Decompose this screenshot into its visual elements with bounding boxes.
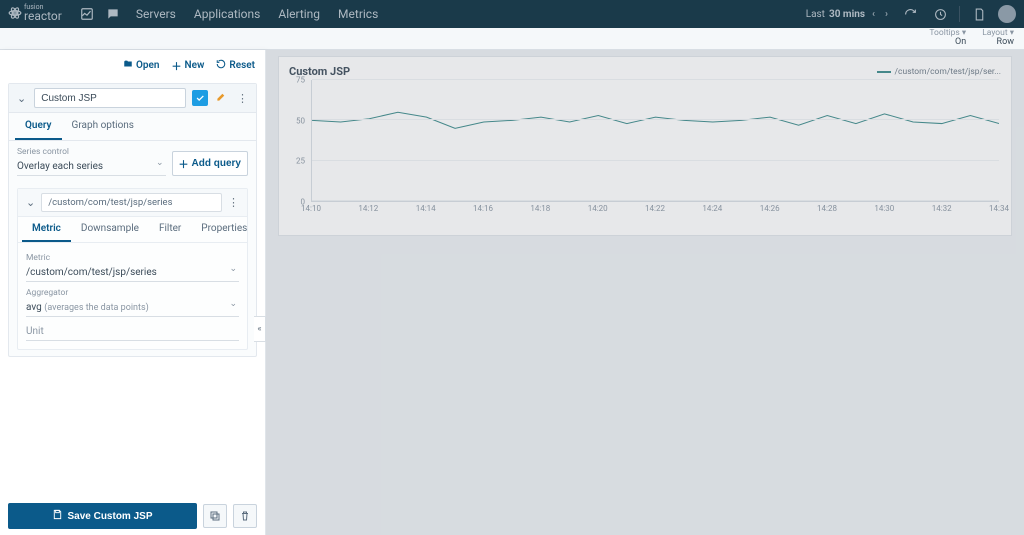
nav-link-metrics[interactable]: Metrics <box>338 7 378 21</box>
panel-actions: Open ＋New Reset <box>0 50 265 79</box>
config-panel: Open ＋New Reset ⌄ ⋮ Query Graph options … <box>0 50 266 535</box>
separator <box>959 6 960 22</box>
chart-card: Custom JSP /custom/com/test/jsp/ser... 0… <box>278 56 1012 236</box>
query-header: ⌄ /custom/com/test/jsp/series ⋮ <box>18 189 247 217</box>
chart-legend[interactable]: /custom/com/test/jsp/ser... <box>877 67 1001 77</box>
open-label: Open <box>136 60 160 71</box>
logo[interactable]: fusionreactor <box>8 5 62 24</box>
query-tabs: Metric Downsample Filter Properties <box>18 217 247 243</box>
plus-icon: ＋ <box>172 58 182 73</box>
more-icon[interactable]: ⋮ <box>235 90 250 107</box>
tooltips-value: On <box>955 38 966 48</box>
layout-value: Row <box>997 38 1014 48</box>
chevron-left-icon[interactable]: ‹ <box>869 9 878 20</box>
time-range-prefix: Last <box>806 9 825 20</box>
tooltips-toggle[interactable]: Tooltips ▾ On <box>929 29 966 48</box>
copy-button[interactable] <box>203 504 227 528</box>
plus-icon: ＋ <box>179 156 189 171</box>
y-axis: 0255075 <box>289 80 309 202</box>
new-button[interactable]: ＋New <box>172 58 205 73</box>
top-nav: fusionreactor Servers Applications Alert… <box>0 0 1024 28</box>
tab-filter[interactable]: Filter <box>149 217 191 242</box>
plot-area <box>311 80 999 202</box>
delete-button[interactable] <box>233 504 257 528</box>
nav-icon-group <box>76 3 124 25</box>
panel-footer: Save Custom JSP <box>0 497 265 535</box>
reset-button[interactable]: Reset <box>216 58 255 73</box>
new-label: New <box>185 60 205 71</box>
chevron-down-icon[interactable]: ⌄ <box>24 196 37 209</box>
query-body: Metric /custom/com/test/jsp/series ⌄ Agg… <box>18 243 247 349</box>
series-control-label: Series control <box>17 147 166 157</box>
dashboard-header: ⌄ ⋮ <box>9 84 256 113</box>
document-icon[interactable] <box>968 3 990 25</box>
save-button[interactable]: Save Custom JSP <box>8 503 197 529</box>
clock-icon[interactable] <box>929 3 951 25</box>
tab-query[interactable]: Query <box>15 113 62 140</box>
legend-swatch <box>877 71 891 73</box>
tab-properties[interactable]: Properties <box>191 217 257 242</box>
query-block: ⌄ /custom/com/test/jsp/series ⋮ Metric D… <box>17 188 248 350</box>
reset-label: Reset <box>229 60 255 71</box>
unit-input[interactable]: Unit <box>26 323 239 341</box>
more-icon[interactable]: ⋮ <box>226 194 241 211</box>
time-range-picker[interactable]: Last 30 mins ‹ › <box>806 9 891 20</box>
nav-link-applications[interactable]: Applications <box>194 7 260 21</box>
nav-right: Last 30 mins ‹ › <box>806 3 1016 25</box>
layout-toggle[interactable]: Layout ▾ Row <box>982 29 1014 48</box>
avatar[interactable] <box>998 5 1016 23</box>
main: Open ＋New Reset ⌄ ⋮ Query Graph options … <box>0 50 1024 535</box>
legend-label: /custom/com/test/jsp/ser... <box>895 67 1001 77</box>
chart-plot[interactable]: 0255075 14:1014:1214:1414:1614:1814:2014… <box>289 80 1001 220</box>
dashboard-icon[interactable] <box>76 3 98 25</box>
refresh-icon[interactable] <box>899 3 921 25</box>
dashboard-card: ⌄ ⋮ Query Graph options Series control O… <box>8 83 257 357</box>
chevron-down-icon[interactable]: ⌄ <box>15 92 28 105</box>
nav-link-servers[interactable]: Servers <box>136 7 176 21</box>
tab-metric[interactable]: Metric <box>22 217 71 242</box>
save-label: Save Custom JSP <box>67 511 152 522</box>
chart-header: Custom JSP /custom/com/test/jsp/ser... <box>289 65 1001 78</box>
add-query-button[interactable]: ＋Add query <box>172 151 248 176</box>
chart-area: Custom JSP /custom/com/test/jsp/ser... 0… <box>266 50 1024 535</box>
metric-select[interactable]: /custom/com/test/jsp/series <box>26 264 239 282</box>
collapse-panel-button[interactable]: « <box>254 316 266 342</box>
comment-icon[interactable] <box>102 3 124 25</box>
nav-links: Servers Applications Alerting Metrics <box>136 7 378 21</box>
time-range-value: 30 mins <box>829 9 865 20</box>
reset-icon <box>216 59 226 72</box>
dashboard-title-input[interactable] <box>34 88 186 108</box>
save-icon <box>52 509 63 523</box>
aggregator-label: Aggregator <box>26 288 239 298</box>
x-axis: 14:1014:1214:1414:1614:1814:2014:2214:24… <box>311 204 999 220</box>
add-query-label: Add query <box>192 158 241 169</box>
toolstrip: Tooltips ▾ On Layout ▾ Row <box>0 28 1024 50</box>
chart-line <box>312 80 999 201</box>
metric-label: Metric <box>26 253 239 263</box>
visible-checkbox[interactable] <box>192 90 208 106</box>
nav-link-alerting[interactable]: Alerting <box>278 7 320 21</box>
series-control-section: Series control Overlay each series ⌄ ＋Ad… <box>9 141 256 182</box>
tab-downsample[interactable]: Downsample <box>71 217 149 242</box>
chevron-right-icon[interactable]: › <box>882 9 891 20</box>
pencil-icon[interactable] <box>214 89 229 107</box>
logo-text: fusionreactor <box>24 5 62 24</box>
folder-icon <box>123 59 133 72</box>
tab-graph-options[interactable]: Graph options <box>62 113 144 140</box>
config-tabs: Query Graph options <box>9 113 256 141</box>
series-control-select[interactable]: Overlay each series <box>17 158 166 176</box>
logo-icon <box>8 6 22 23</box>
open-button[interactable]: Open <box>123 58 160 73</box>
aggregator-select[interactable]: avg (averages the data points) <box>26 299 239 317</box>
query-path-input[interactable]: /custom/com/test/jsp/series <box>41 193 222 212</box>
